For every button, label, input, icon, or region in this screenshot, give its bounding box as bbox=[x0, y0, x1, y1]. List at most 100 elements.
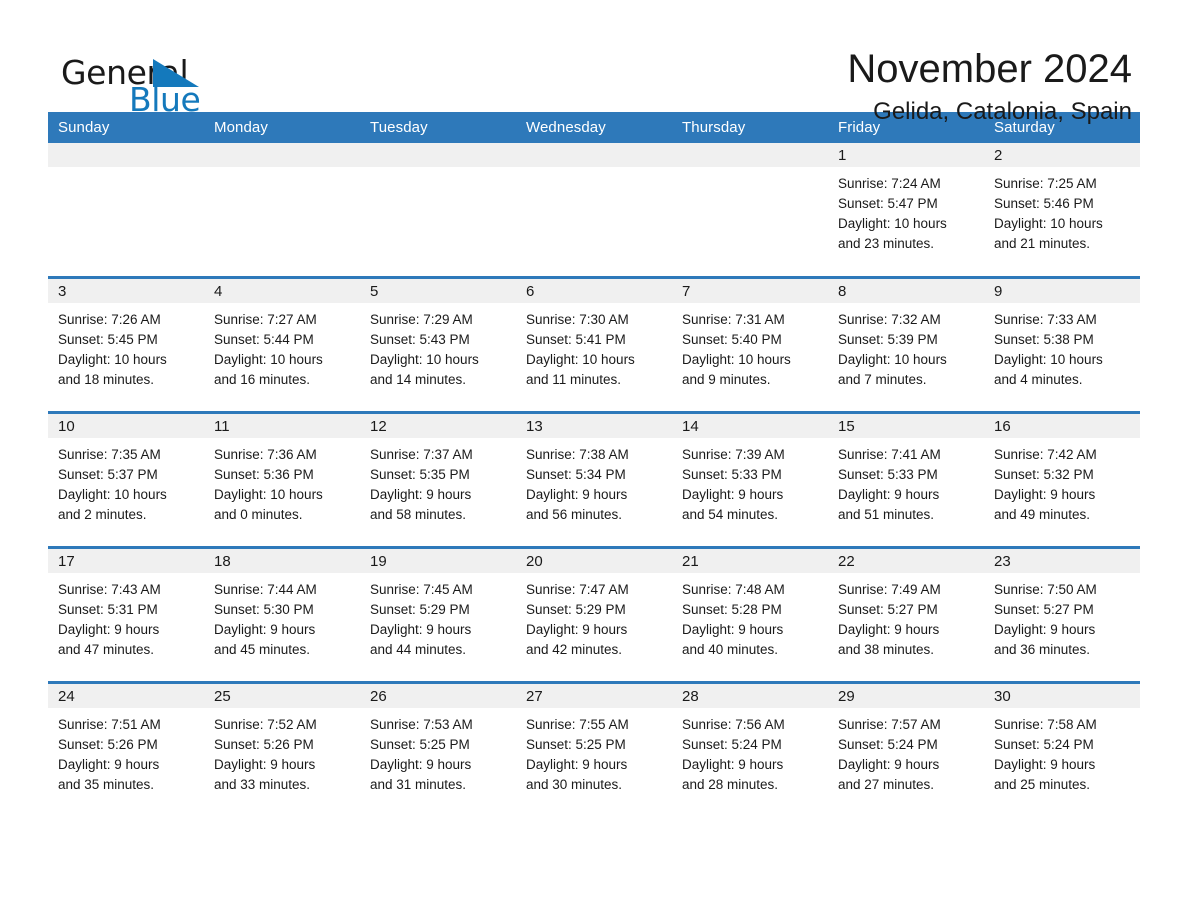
sunrise-time: Sunrise: 7:55 AM bbox=[526, 717, 629, 732]
sunrise-time: Sunrise: 7:42 AM bbox=[994, 447, 1097, 462]
day-info: Sunrise: 7:35 AM Sunset: 5:37 PM Daylight:… bbox=[48, 438, 204, 525]
daylight-duration-line2: and 4 minutes. bbox=[994, 372, 1083, 387]
sunset-time: Sunset: 5:26 PM bbox=[214, 737, 314, 752]
sunrise-time: Sunrise: 7:48 AM bbox=[682, 582, 785, 597]
sunset-time: Sunset: 5:31 PM bbox=[58, 602, 158, 617]
sunrise-time: Sunrise: 7:37 AM bbox=[370, 447, 473, 462]
calendar-day-cell[interactable]: 18 Sunrise: 7:44 AM Sunset: 5:30 PM Dayligh… bbox=[204, 547, 360, 683]
calendar-day-cell[interactable]: 21 Sunrise: 7:48 AM Sunset: 5:28 PM Dayligh… bbox=[672, 547, 828, 683]
location-subtitle: Gelida, Catalonia, Spain bbox=[873, 98, 1132, 125]
day-info: Sunrise: 7:58 AM Sunset: 5:24 PM Daylight:… bbox=[984, 708, 1140, 795]
daylight-duration-line1: Daylight: 10 hours bbox=[994, 216, 1103, 231]
daylight-duration-line1: Daylight: 10 hours bbox=[214, 352, 323, 367]
daylight-duration-line2: and 31 minutes. bbox=[370, 777, 467, 792]
weekday-header-tuesday: Tuesday bbox=[360, 112, 516, 143]
day-number: 3 bbox=[48, 279, 204, 303]
weekday-header-thursday: Thursday bbox=[672, 112, 828, 143]
day-number: 11 bbox=[204, 414, 360, 438]
sunrise-time: Sunrise: 7:29 AM bbox=[370, 312, 473, 327]
day-number: 9 bbox=[984, 279, 1140, 303]
day-info: Sunrise: 7:47 AM Sunset: 5:29 PM Daylight:… bbox=[516, 573, 672, 660]
day-info: Sunrise: 7:42 AM Sunset: 5:32 PM Daylight:… bbox=[984, 438, 1140, 525]
day-number: 19 bbox=[360, 549, 516, 573]
calendar-day-cell[interactable]: 1 Sunrise: 7:24 AM Sunset: 5:47 PM Daylight… bbox=[828, 143, 984, 278]
calendar-day-cell[interactable]: 23 Sunrise: 7:50 AM Sunset: 5:27 PM Dayligh… bbox=[984, 547, 1140, 683]
sunrise-time: Sunrise: 7:57 AM bbox=[838, 717, 941, 732]
daylight-duration-line2: and 47 minutes. bbox=[58, 642, 155, 657]
calendar-day-cell[interactable]: 28 Sunrise: 7:56 AM Sunset: 5:24 PM Dayligh… bbox=[672, 682, 828, 816]
day-info: Sunrise: 7:29 AM Sunset: 5:43 PM Daylight:… bbox=[360, 303, 516, 390]
day-number: 28 bbox=[672, 684, 828, 708]
daylight-duration-line1: Daylight: 10 hours bbox=[838, 216, 947, 231]
daylight-duration-line2: and 28 minutes. bbox=[682, 777, 779, 792]
calendar-day-cell[interactable]: 11 Sunrise: 7:36 AM Sunset: 5:36 PM Dayligh… bbox=[204, 412, 360, 548]
calendar-day-cell[interactable]: 16 Sunrise: 7:42 AM Sunset: 5:32 PM Dayligh… bbox=[984, 412, 1140, 548]
daylight-duration-line2: and 16 minutes. bbox=[214, 372, 311, 387]
day-number: 10 bbox=[48, 414, 204, 438]
day-number: 14 bbox=[672, 414, 828, 438]
calendar-day-cell[interactable]: 13 Sunrise: 7:38 AM Sunset: 5:34 PM Dayligh… bbox=[516, 412, 672, 548]
sunrise-time: Sunrise: 7:45 AM bbox=[370, 582, 473, 597]
calendar-day-cell[interactable]: 30 Sunrise: 7:58 AM Sunset: 5:24 PM Dayligh… bbox=[984, 682, 1140, 816]
day-info: Sunrise: 7:32 AM Sunset: 5:39 PM Daylight:… bbox=[828, 303, 984, 390]
calendar-day-cell[interactable]: 29 Sunrise: 7:57 AM Sunset: 5:24 PM Dayligh… bbox=[828, 682, 984, 816]
sunrise-time: Sunrise: 7:31 AM bbox=[682, 312, 785, 327]
calendar-day-cell[interactable]: 8 Sunrise: 7:32 AM Sunset: 5:39 PM Daylight… bbox=[828, 277, 984, 413]
daylight-duration-line1: Daylight: 9 hours bbox=[58, 757, 160, 772]
sunset-time: Sunset: 5:36 PM bbox=[214, 467, 314, 482]
sunrise-time: Sunrise: 7:24 AM bbox=[838, 176, 941, 191]
day-number: 26 bbox=[360, 684, 516, 708]
daylight-duration-line2: and 18 minutes. bbox=[58, 372, 155, 387]
calendar-page: General Blue November 2024 Gelida, Catal… bbox=[0, 0, 1188, 918]
calendar-day-cell[interactable]: 20 Sunrise: 7:47 AM Sunset: 5:29 PM Dayligh… bbox=[516, 547, 672, 683]
daylight-duration-line2: and 54 minutes. bbox=[682, 507, 779, 522]
calendar-day-cell[interactable]: 27 Sunrise: 7:55 AM Sunset: 5:25 PM Dayligh… bbox=[516, 682, 672, 816]
calendar-day-cell[interactable]: 5 Sunrise: 7:29 AM Sunset: 5:43 PM Daylight… bbox=[360, 277, 516, 413]
calendar-day-cell[interactable]: 6 Sunrise: 7:30 AM Sunset: 5:41 PM Daylight… bbox=[516, 277, 672, 413]
sunset-time: Sunset: 5:25 PM bbox=[370, 737, 470, 752]
day-number: 13 bbox=[516, 414, 672, 438]
daylight-duration-line1: Daylight: 9 hours bbox=[994, 757, 1096, 772]
sunset-time: Sunset: 5:24 PM bbox=[838, 737, 938, 752]
calendar-day-cell[interactable]: 19 Sunrise: 7:45 AM Sunset: 5:29 PM Dayligh… bbox=[360, 547, 516, 683]
calendar-day-cell[interactable]: 10 Sunrise: 7:35 AM Sunset: 5:37 PM Dayligh… bbox=[48, 412, 204, 548]
calendar-day-cell[interactable]: 3 Sunrise: 7:26 AM Sunset: 5:45 PM Daylight… bbox=[48, 277, 204, 413]
calendar-day-cell[interactable]: 26 Sunrise: 7:53 AM Sunset: 5:25 PM Dayligh… bbox=[360, 682, 516, 816]
daylight-duration-line2: and 2 minutes. bbox=[58, 507, 147, 522]
day-number: 25 bbox=[204, 684, 360, 708]
calendar-day-cell[interactable]: 14 Sunrise: 7:39 AM Sunset: 5:33 PM Dayligh… bbox=[672, 412, 828, 548]
day-info: Sunrise: 7:30 AM Sunset: 5:41 PM Daylight:… bbox=[516, 303, 672, 390]
calendar-body: 1 Sunrise: 7:24 AM Sunset: 5:47 PM Daylight… bbox=[48, 143, 1140, 816]
daylight-duration-line2: and 25 minutes. bbox=[994, 777, 1091, 792]
calendar-week-row: 10 Sunrise: 7:35 AM Sunset: 5:37 PM Dayligh… bbox=[48, 412, 1140, 548]
sunrise-time: Sunrise: 7:50 AM bbox=[994, 582, 1097, 597]
calendar-table: Sunday Monday Tuesday Wednesday Thursday… bbox=[48, 112, 1140, 816]
day-info: Sunrise: 7:51 AM Sunset: 5:26 PM Daylight:… bbox=[48, 708, 204, 795]
day-info: Sunrise: 7:55 AM Sunset: 5:25 PM Daylight:… bbox=[516, 708, 672, 795]
calendar-day-cell[interactable]: 22 Sunrise: 7:49 AM Sunset: 5:27 PM Dayligh… bbox=[828, 547, 984, 683]
calendar-day-cell[interactable]: 24 Sunrise: 7:51 AM Sunset: 5:26 PM Dayligh… bbox=[48, 682, 204, 816]
calendar-day-cell[interactable]: 7 Sunrise: 7:31 AM Sunset: 5:40 PM Daylight… bbox=[672, 277, 828, 413]
day-number: 15 bbox=[828, 414, 984, 438]
daylight-duration-line2: and 0 minutes. bbox=[214, 507, 303, 522]
calendar-day-cell[interactable]: 25 Sunrise: 7:52 AM Sunset: 5:26 PM Dayligh… bbox=[204, 682, 360, 816]
calendar-day-cell[interactable]: 4 Sunrise: 7:27 AM Sunset: 5:44 PM Daylight… bbox=[204, 277, 360, 413]
daylight-duration-line1: Daylight: 9 hours bbox=[526, 487, 628, 502]
daylight-duration-line1: Daylight: 9 hours bbox=[838, 622, 940, 637]
calendar-day-cell[interactable]: 17 Sunrise: 7:43 AM Sunset: 5:31 PM Dayligh… bbox=[48, 547, 204, 683]
day-info: Sunrise: 7:48 AM Sunset: 5:28 PM Daylight:… bbox=[672, 573, 828, 660]
calendar-day-cell[interactable]: 2 Sunrise: 7:25 AM Sunset: 5:46 PM Daylight… bbox=[984, 143, 1140, 278]
calendar-day-cell[interactable]: 12 Sunrise: 7:37 AM Sunset: 5:35 PM Dayligh… bbox=[360, 412, 516, 548]
day-info: Sunrise: 7:39 AM Sunset: 5:33 PM Daylight:… bbox=[672, 438, 828, 525]
day-number: 8 bbox=[828, 279, 984, 303]
calendar-day-cell[interactable]: 9 Sunrise: 7:33 AM Sunset: 5:38 PM Daylight… bbox=[984, 277, 1140, 413]
calendar-day-cell-empty bbox=[204, 143, 360, 278]
sunset-time: Sunset: 5:28 PM bbox=[682, 602, 782, 617]
day-number: 23 bbox=[984, 549, 1140, 573]
calendar-day-cell[interactable]: 15 Sunrise: 7:41 AM Sunset: 5:33 PM Dayligh… bbox=[828, 412, 984, 548]
daylight-duration-line2: and 27 minutes. bbox=[838, 777, 935, 792]
sunset-time: Sunset: 5:41 PM bbox=[526, 332, 626, 347]
sunrise-time: Sunrise: 7:49 AM bbox=[838, 582, 941, 597]
daylight-duration-line2: and 51 minutes. bbox=[838, 507, 935, 522]
daylight-duration-line1: Daylight: 9 hours bbox=[214, 622, 316, 637]
